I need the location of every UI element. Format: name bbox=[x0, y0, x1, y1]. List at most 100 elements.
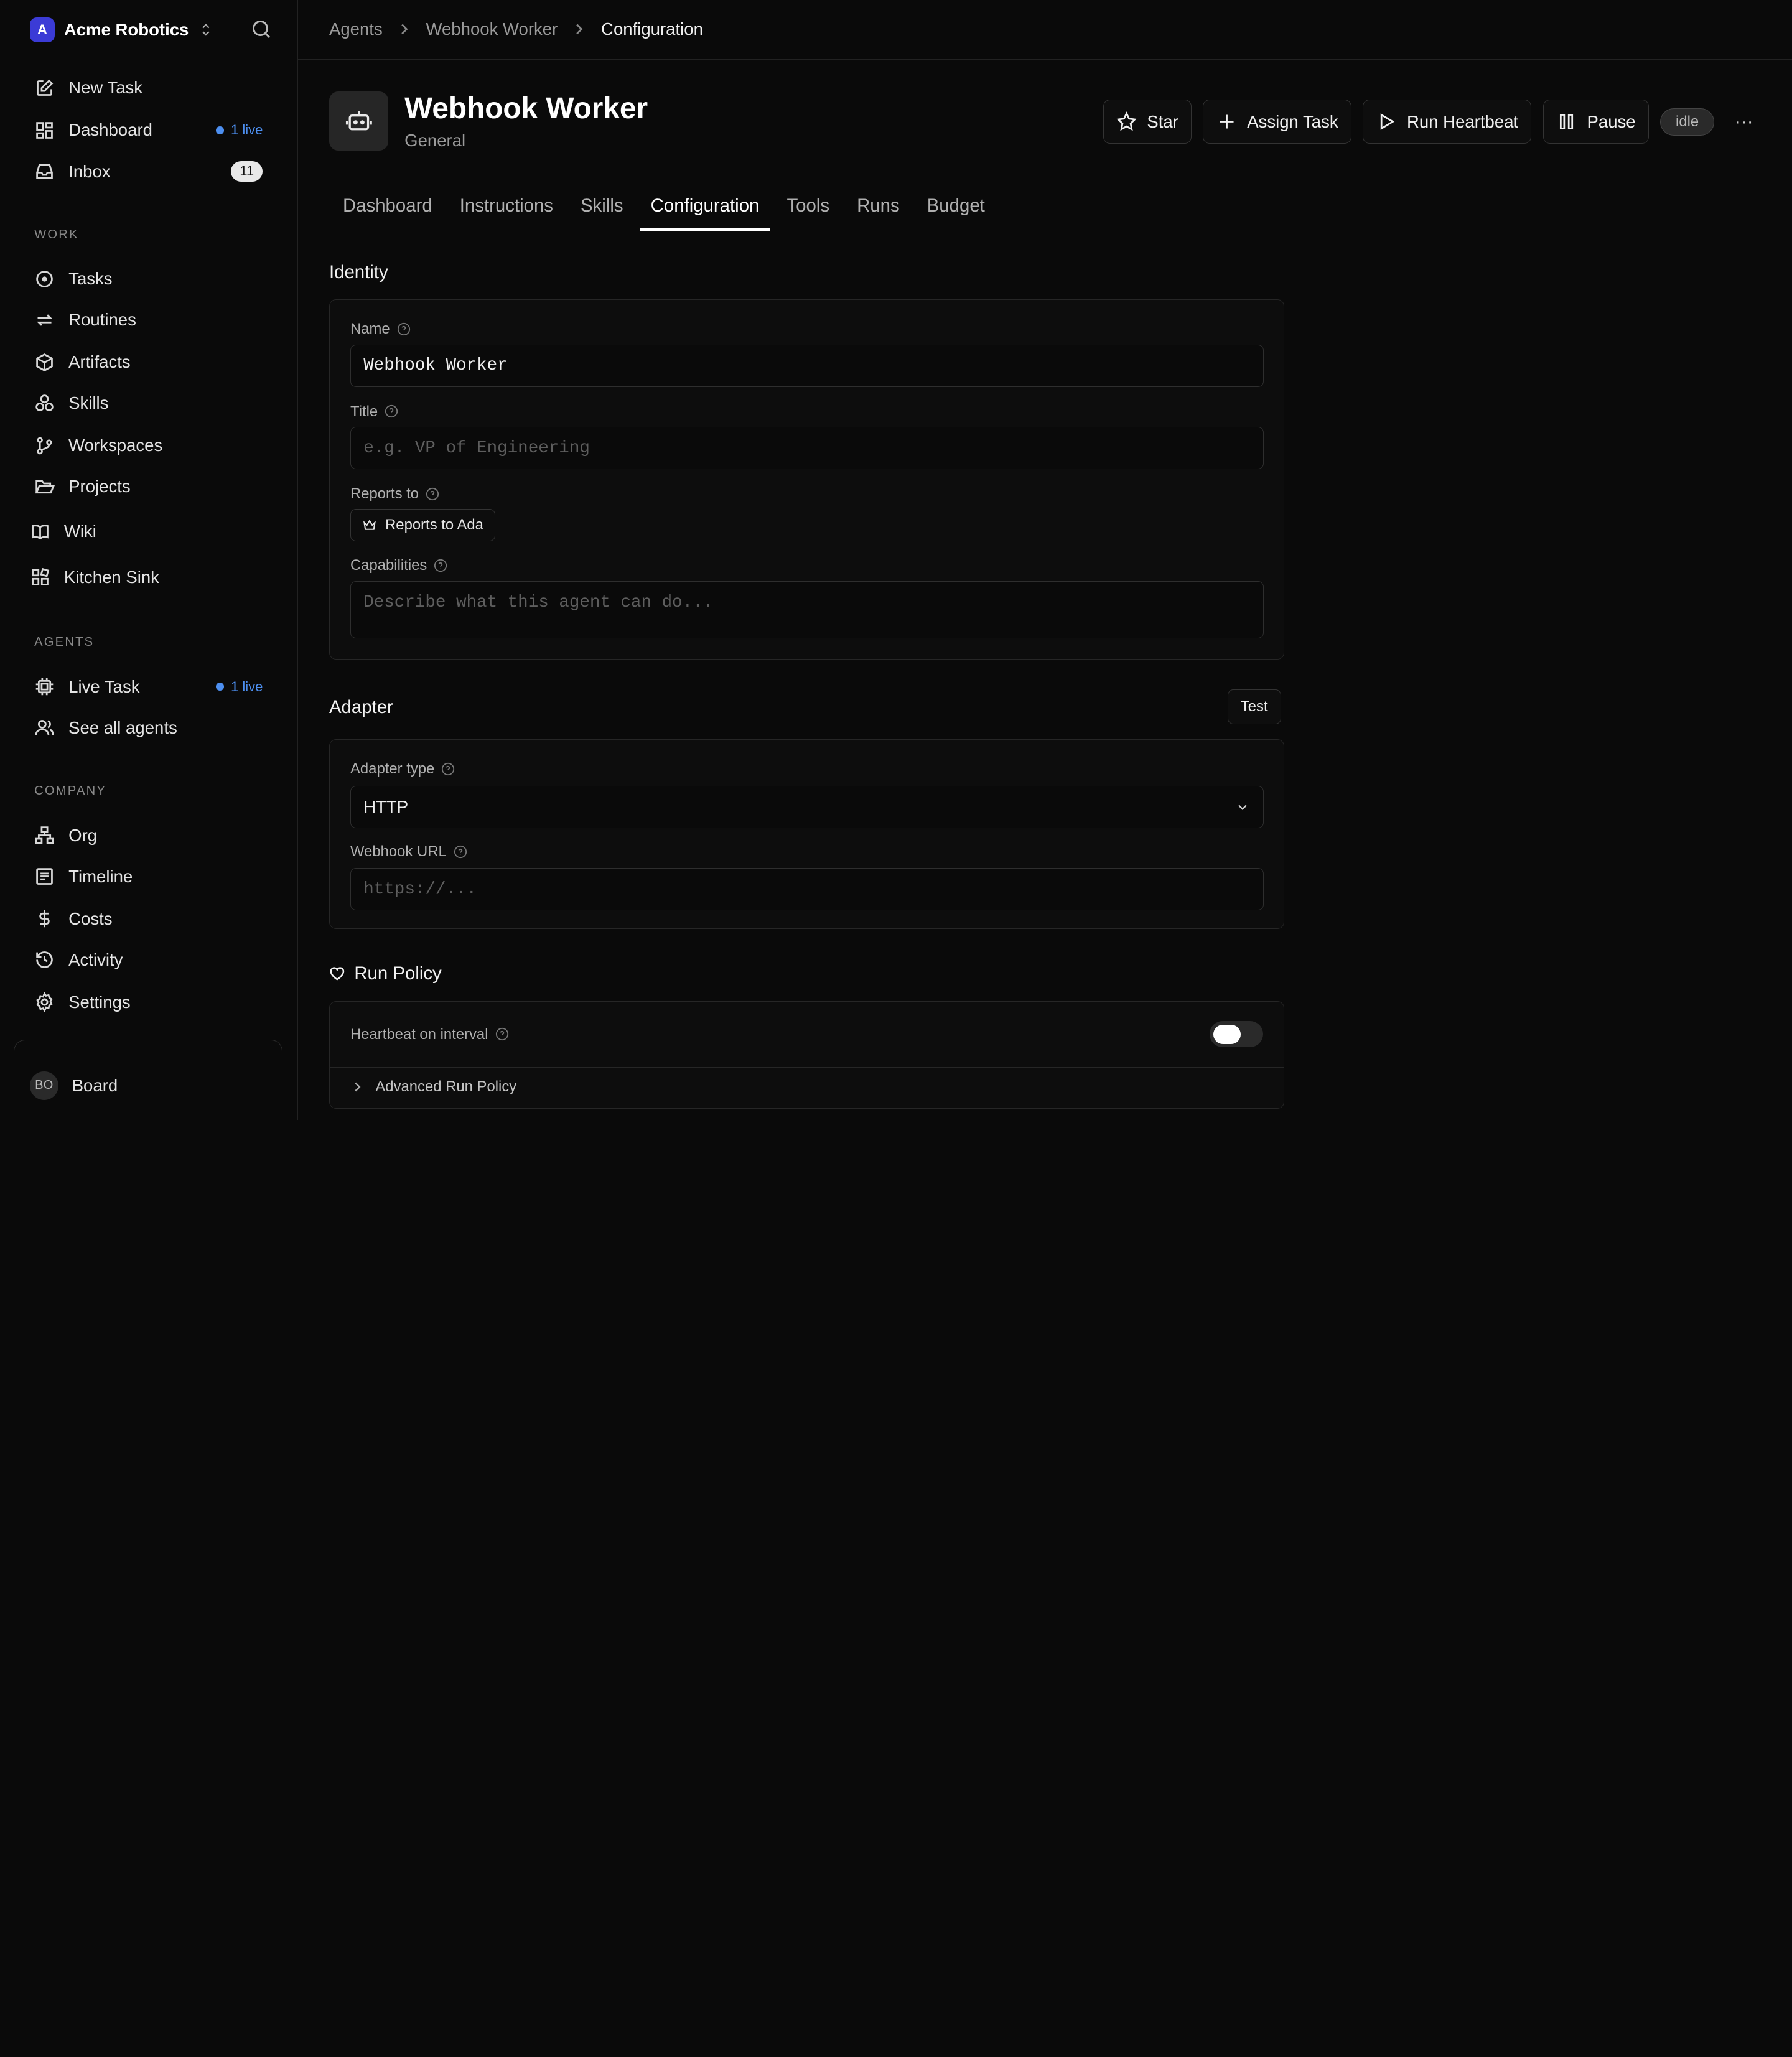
nav-skills[interactable]: Skills bbox=[34, 391, 274, 416]
dollar-icon bbox=[39, 910, 50, 928]
run-heartbeat-button[interactable]: Run Heartbeat bbox=[1363, 99, 1532, 144]
nav-new-task[interactable]: New Task bbox=[34, 75, 274, 100]
heartbeat-interval-toggle[interactable] bbox=[1210, 1021, 1264, 1048]
advanced-run-policy-toggle[interactable]: Advanced Run Policy bbox=[350, 1078, 516, 1096]
identity-card: Name Title Reports to Reports to Ada Cap… bbox=[329, 299, 1285, 660]
status-badge: idle bbox=[1660, 108, 1715, 136]
title-input[interactable] bbox=[350, 427, 1264, 470]
nav-dashboard[interactable]: Dashboard 1 live bbox=[34, 118, 274, 142]
adapter-card: Adapter type HTTP Webhook URL bbox=[329, 739, 1285, 930]
nav-timeline[interactable]: Timeline bbox=[34, 864, 274, 889]
tab-tools[interactable]: Tools bbox=[773, 185, 843, 231]
agent-header: Webhook Worker General bbox=[329, 91, 648, 151]
history-icon bbox=[36, 951, 53, 969]
nav-label: Inbox bbox=[68, 161, 111, 181]
breadcrumb-agent[interactable]: Webhook Worker bbox=[426, 19, 558, 39]
tab-dashboard[interactable]: Dashboard bbox=[329, 185, 446, 231]
section-label-work: WORK bbox=[34, 227, 79, 241]
crown-icon bbox=[363, 520, 376, 530]
run-policy-title-text: Run Policy bbox=[354, 963, 442, 984]
live-text: 1 live bbox=[231, 122, 263, 138]
nav-inbox[interactable]: Inbox 11 bbox=[34, 159, 274, 184]
edit-icon bbox=[37, 79, 54, 96]
nav-org[interactable]: Org bbox=[34, 823, 274, 847]
nav-costs[interactable]: Costs bbox=[34, 907, 274, 931]
chevron-right-icon bbox=[401, 24, 408, 35]
section-label-agents: AGENTS bbox=[34, 635, 95, 650]
test-adapter-button[interactable]: Test bbox=[1227, 689, 1281, 725]
circle-dot-icon bbox=[36, 270, 53, 287]
reports-to-selector[interactable]: Reports to Ada bbox=[350, 509, 496, 541]
users-icon bbox=[35, 720, 54, 736]
help-circle-icon[interactable] bbox=[495, 1027, 509, 1041]
more-options-icon[interactable]: ··· bbox=[1730, 108, 1758, 136]
breadcrumb-agents[interactable]: Agents bbox=[329, 19, 383, 39]
search-icon[interactable] bbox=[250, 18, 273, 41]
name-label-text: Name bbox=[350, 320, 390, 338]
live-dot bbox=[216, 126, 224, 134]
help-circle-icon[interactable] bbox=[397, 322, 411, 336]
run-policy-card: Heartbeat on interval Advanced Run Polic… bbox=[329, 1001, 1285, 1109]
help-circle-icon[interactable] bbox=[426, 487, 439, 501]
tab-configuration[interactable]: Configuration bbox=[637, 185, 773, 231]
nav-routines[interactable]: Routines bbox=[34, 307, 274, 332]
advanced-run-policy-label: Advanced Run Policy bbox=[375, 1078, 517, 1095]
chevron-up-down-icon bbox=[202, 24, 210, 36]
dashboard-icon bbox=[36, 122, 53, 139]
assign-task-button[interactable]: Assign Task bbox=[1203, 99, 1351, 144]
book-open-icon bbox=[31, 524, 49, 539]
nav-label: Live Task bbox=[68, 676, 140, 696]
nav-see-all-agents[interactable]: See all agents bbox=[34, 716, 274, 740]
name-input[interactable] bbox=[350, 344, 1264, 387]
nav-label: New Task bbox=[68, 78, 143, 98]
divider bbox=[329, 1066, 1284, 1068]
nav-tasks[interactable]: Tasks bbox=[34, 266, 274, 291]
nav-projects[interactable]: Projects bbox=[34, 474, 274, 499]
tab-bar: Dashboard Instructions Skills Configurat… bbox=[329, 185, 999, 231]
run-policy-section-title: Run Policy bbox=[329, 963, 442, 984]
help-circle-icon[interactable] bbox=[441, 762, 455, 776]
nav-settings[interactable]: Settings bbox=[34, 990, 274, 1015]
star-button[interactable]: Star bbox=[1103, 99, 1192, 144]
adapter-type-label-text: Adapter type bbox=[350, 760, 435, 778]
capabilities-textarea[interactable] bbox=[350, 581, 1264, 638]
adapter-type-select[interactable]: HTTP bbox=[350, 785, 1264, 828]
identity-section-title: Identity bbox=[329, 261, 388, 282]
nav-activity[interactable]: Activity bbox=[34, 948, 274, 973]
chevron-down-icon bbox=[1238, 805, 1248, 810]
nav-kitchen-sink[interactable]: Kitchen Sink bbox=[30, 564, 270, 589]
help-circle-icon[interactable] bbox=[454, 845, 467, 859]
tab-runs[interactable]: Runs bbox=[843, 185, 913, 231]
company-switcher[interactable]: A Acme Robotics bbox=[29, 16, 214, 44]
nav-wiki[interactable]: Wiki bbox=[30, 519, 270, 544]
folder-open-icon bbox=[35, 480, 55, 493]
nav-workspaces[interactable]: Workspaces bbox=[34, 433, 274, 458]
cpu-icon bbox=[35, 678, 54, 696]
avatar: BO bbox=[29, 1071, 58, 1100]
nav-label: Tasks bbox=[68, 269, 113, 289]
capabilities-label: Capabilities bbox=[350, 557, 447, 574]
reports-to-label-text: Reports to bbox=[350, 485, 419, 502]
pause-button[interactable]: Pause bbox=[1542, 99, 1649, 144]
bot-icon bbox=[345, 111, 372, 131]
tab-skills[interactable]: Skills bbox=[567, 185, 637, 231]
webhook-url-input[interactable] bbox=[350, 868, 1264, 910]
inbox-count-badge: 11 bbox=[231, 161, 263, 182]
help-circle-icon[interactable] bbox=[434, 559, 447, 572]
nav-live-task[interactable]: Live Task 1 live bbox=[34, 674, 274, 699]
live-dot bbox=[216, 683, 224, 691]
agent-avatar bbox=[329, 91, 389, 151]
list-icon bbox=[36, 868, 53, 885]
user-menu[interactable]: BO Board bbox=[29, 1071, 118, 1100]
tab-instructions[interactable]: Instructions bbox=[446, 185, 567, 231]
app-root: A Acme Robotics New Task Dashboard 1 liv… bbox=[0, 0, 1792, 1120]
sidebar-footer: BO Board bbox=[0, 1048, 297, 1120]
nav-artifacts[interactable]: Artifacts bbox=[34, 350, 274, 375]
boxes-icon bbox=[35, 394, 54, 411]
repeat-icon bbox=[37, 314, 53, 326]
help-circle-icon[interactable] bbox=[385, 404, 398, 418]
reports-to-value: Reports to Ada bbox=[385, 516, 483, 534]
tab-budget[interactable]: Budget bbox=[913, 185, 999, 231]
page-subtitle: General bbox=[404, 130, 466, 150]
gear-icon bbox=[36, 992, 53, 1013]
